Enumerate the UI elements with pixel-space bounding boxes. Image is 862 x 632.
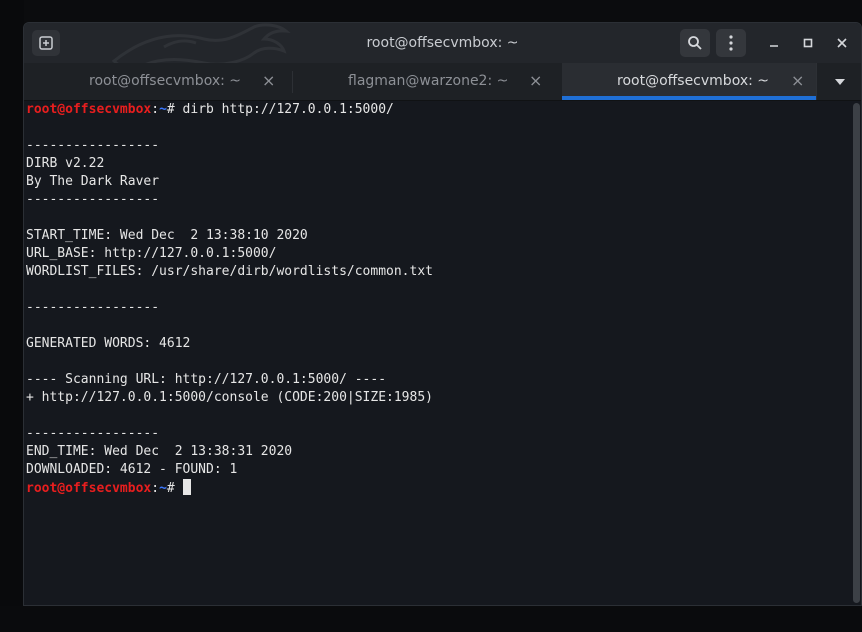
prompt-user-host: root@offsecvmbox (26, 102, 152, 117)
tab-label: flagman@warzone2: ~ (348, 73, 509, 89)
prompt-symbol: # (166, 102, 183, 117)
prompt-separator: : (151, 102, 160, 117)
output-line: START_TIME: Wed Dec 2 13:38:10 2020 (26, 228, 308, 243)
output-line: DOWNLOADED: 4612 - FOUND: 1 (26, 462, 238, 477)
tab-label: root@offsecvmbox: ~ (617, 73, 770, 89)
output-line: ----------------- (26, 138, 160, 153)
maximize-button[interactable] (796, 31, 820, 55)
output-line: WORDLIST_FILES: /usr/share/dirb/wordlist… (26, 264, 433, 279)
output-line: ----------------- (26, 426, 160, 441)
scrollbar-thumb[interactable] (853, 103, 860, 603)
prompt-separator: : (151, 481, 160, 496)
tab-1[interactable]: root@offsecvmbox: ~ × (24, 63, 292, 100)
output-line: END_TIME: Wed Dec 2 13:38:31 2020 (26, 444, 293, 459)
tab-close-button[interactable]: × (529, 63, 542, 100)
output-line: ----------------- (26, 300, 160, 315)
terminal-output[interactable]: root@offsecvmbox:~# dirb http://127.0.0.… (24, 101, 850, 605)
output-line: ----------------- (26, 192, 160, 207)
terminal-cursor (182, 479, 191, 495)
prompt-path: ~ (159, 102, 167, 117)
prompt-line: root@offsecvmbox:~# (26, 479, 191, 497)
output-line: GENERATED WORDS: 4612 (26, 336, 191, 351)
prompt-path: ~ (159, 481, 167, 496)
prompt-symbol: # (166, 481, 183, 496)
tab-close-button[interactable]: × (262, 63, 275, 100)
close-icon (837, 38, 847, 48)
chevron-down-icon (835, 78, 845, 85)
search-icon (688, 36, 702, 50)
menu-button[interactable] (716, 29, 746, 57)
desktop-background (0, 0, 24, 632)
close-button[interactable] (830, 31, 854, 55)
tab-menu-button[interactable] (816, 63, 861, 100)
minimize-icon (770, 45, 778, 47)
search-button[interactable] (680, 29, 710, 57)
command-text: dirb http://127.0.0.1:5000/ (182, 102, 394, 117)
output-line: ---- Scanning URL: http://127.0.0.1:5000… (26, 372, 387, 387)
scrollbar[interactable] (852, 101, 861, 605)
minimize-button[interactable] (762, 31, 786, 55)
kebab-menu-icon (729, 35, 733, 51)
tab-bar: root@offsecvmbox: ~ × flagman@warzone2: … (24, 63, 861, 101)
output-line: + http://127.0.0.1:5000/console (CODE:20… (26, 390, 433, 405)
prompt-user-host: root@offsecvmbox (26, 481, 152, 496)
output-line: URL_BASE: http://127.0.0.1:5000/ (26, 246, 277, 261)
output-line: DIRB v2.22 (26, 156, 105, 171)
maximize-icon (803, 38, 813, 48)
command-line: root@offsecvmbox:~# dirb http://127.0.0.… (26, 101, 394, 119)
terminal-window: root@offsecvmbox: ~ root@offsecvmbox: ~ … (23, 22, 862, 606)
desktop-background-bottom (0, 606, 862, 632)
active-tab-indicator (562, 96, 816, 100)
output-line: By The Dark Raver (26, 174, 160, 189)
tab-3-active[interactable]: root@offsecvmbox: ~ × (562, 63, 816, 100)
tab-label: root@offsecvmbox: ~ (89, 73, 242, 89)
title-bar[interactable]: root@offsecvmbox: ~ (24, 23, 861, 70)
tab-2[interactable]: flagman@warzone2: ~ × (293, 63, 561, 100)
tab-close-button[interactable]: × (791, 63, 804, 100)
